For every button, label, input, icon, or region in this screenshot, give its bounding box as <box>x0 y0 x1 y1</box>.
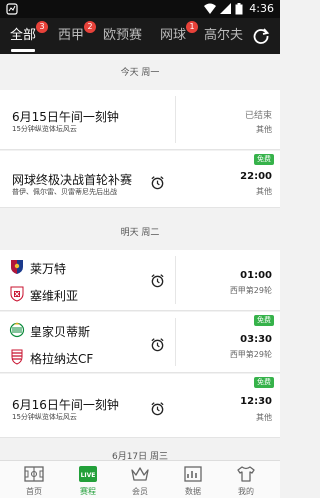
divider <box>175 96 176 143</box>
match-subtitle: 普伊、佩尔雷、贝雷蒂尼先后出战 <box>12 188 117 196</box>
shirt-icon <box>237 466 255 482</box>
tab-badge: 3 <box>36 21 48 33</box>
match-time: 22:00 <box>240 171 272 182</box>
active-tab-indicator <box>11 49 36 52</box>
date-section-header: 6月17日 周三 <box>111 452 169 460</box>
notification-icon <box>6 3 18 15</box>
match-row[interactable]: 免费 6月16日午间一刻钟 15分钟纵览体坛风云 12:30 其他 <box>0 374 280 438</box>
alarm-clock-icon[interactable] <box>150 401 165 416</box>
tab-badge: 1 <box>186 21 198 33</box>
match-round: 西甲第29轮 <box>229 350 272 359</box>
match-row[interactable]: 6月15日午间一刻钟 15分钟纵览体坛风云 已结束 其他 <box>0 90 280 150</box>
live-icon: LIVE <box>79 466 97 482</box>
match-title: 6月16日午间一刻钟 <box>12 398 119 412</box>
tab-golf[interactable]: 高尔夫 <box>204 18 243 54</box>
nav-label: 首页 <box>26 487 42 496</box>
free-badge: 免费 <box>254 154 274 165</box>
team-logo-icon <box>11 349 23 365</box>
divider <box>175 318 176 366</box>
nav-label: 我的 <box>238 487 254 496</box>
nav-home[interactable]: 首页 <box>6 461 62 498</box>
nav-schedule[interactable]: LIVE 赛程 <box>60 461 116 498</box>
match-time: 03:30 <box>240 334 272 345</box>
date-section-header: 今天 周一 <box>0 58 280 88</box>
nav-membership[interactable]: 会员 <box>112 461 168 498</box>
match-status: 已结束 <box>244 111 272 121</box>
nav-profile[interactable]: 我的 <box>218 461 274 498</box>
match-row[interactable]: 免费 皇家贝蒂斯 格拉纳达CF 03:30 西甲第29轮 <box>0 312 280 373</box>
match-category: 其他 <box>256 125 272 134</box>
bottom-navigation: 首页 LIVE 赛程 会员 数据 我的 <box>0 460 280 498</box>
match-round: 西甲第29轮 <box>229 286 272 295</box>
alarm-clock-icon[interactable] <box>150 337 165 352</box>
nav-data[interactable]: 数据 <box>165 461 221 498</box>
field-icon <box>24 466 44 482</box>
match-title: 6月15日午间一刻钟 <box>12 110 119 124</box>
signal-icon <box>220 3 231 14</box>
home-team: 莱万特 <box>30 262 67 276</box>
tab-badge: 2 <box>84 21 96 33</box>
tab-label: 网球 <box>160 28 187 43</box>
match-time: 12:30 <box>240 396 272 407</box>
battery-icon <box>235 3 243 15</box>
match-row[interactable]: 免费 网球终极决战首轮补赛 普伊、佩尔雷、贝雷蒂尼先后出战 22:00 其他 <box>0 151 280 208</box>
tab-label: 西甲 <box>58 28 85 43</box>
divider <box>175 256 176 304</box>
alarm-clock-icon[interactable] <box>150 273 165 288</box>
tab-tennis[interactable]: 网球 <box>160 18 186 54</box>
tab-la-liga[interactable]: 西甲 <box>58 18 84 54</box>
clock: 4:36 <box>249 2 274 15</box>
status-bar: 4:36 <box>0 0 280 18</box>
tab-euro-qualifiers[interactable]: 欧预赛 <box>103 18 142 54</box>
crown-icon <box>131 467 149 481</box>
match-category: 其他 <box>256 413 272 422</box>
team-logo-icon <box>11 260 23 274</box>
svg-text:LIVE: LIVE <box>81 472 96 479</box>
wifi-icon <box>204 3 216 14</box>
match-subtitle: 15分钟纵览体坛风云 <box>12 125 77 133</box>
away-team: 塞维利亚 <box>30 289 79 303</box>
nav-label: 会员 <box>132 487 148 496</box>
alarm-clock-icon[interactable] <box>150 175 165 190</box>
nav-label: 数据 <box>185 487 201 496</box>
team-logo-icon <box>9 322 25 338</box>
tab-label: 欧预赛 <box>103 28 143 43</box>
tab-label: 高尔夫 <box>204 28 244 43</box>
match-subtitle: 15分钟纵览体坛风云 <box>12 413 77 421</box>
chart-icon <box>184 466 202 482</box>
free-badge: 免费 <box>254 377 274 388</box>
date-section-header: 明天 周二 <box>0 218 280 248</box>
match-row[interactable]: 莱万特 塞维利亚 01:00 西甲第29轮 <box>0 250 280 311</box>
refresh-icon[interactable] <box>252 27 270 45</box>
tab-all[interactable]: 全部 <box>10 18 36 54</box>
category-tab-bar: 全部 3 西甲 2 欧预赛 网球 1 高尔夫 <box>0 18 280 54</box>
match-title: 网球终极决战首轮补赛 <box>12 173 133 187</box>
team-logo-icon <box>10 286 24 302</box>
match-category: 其他 <box>256 187 272 196</box>
match-time: 01:00 <box>240 270 272 281</box>
tab-label: 全部 <box>10 28 37 43</box>
nav-label: 赛程 <box>80 487 96 496</box>
home-team: 皇家贝蒂斯 <box>30 325 91 339</box>
free-badge: 免费 <box>254 315 274 326</box>
away-team: 格拉纳达CF <box>30 352 94 366</box>
